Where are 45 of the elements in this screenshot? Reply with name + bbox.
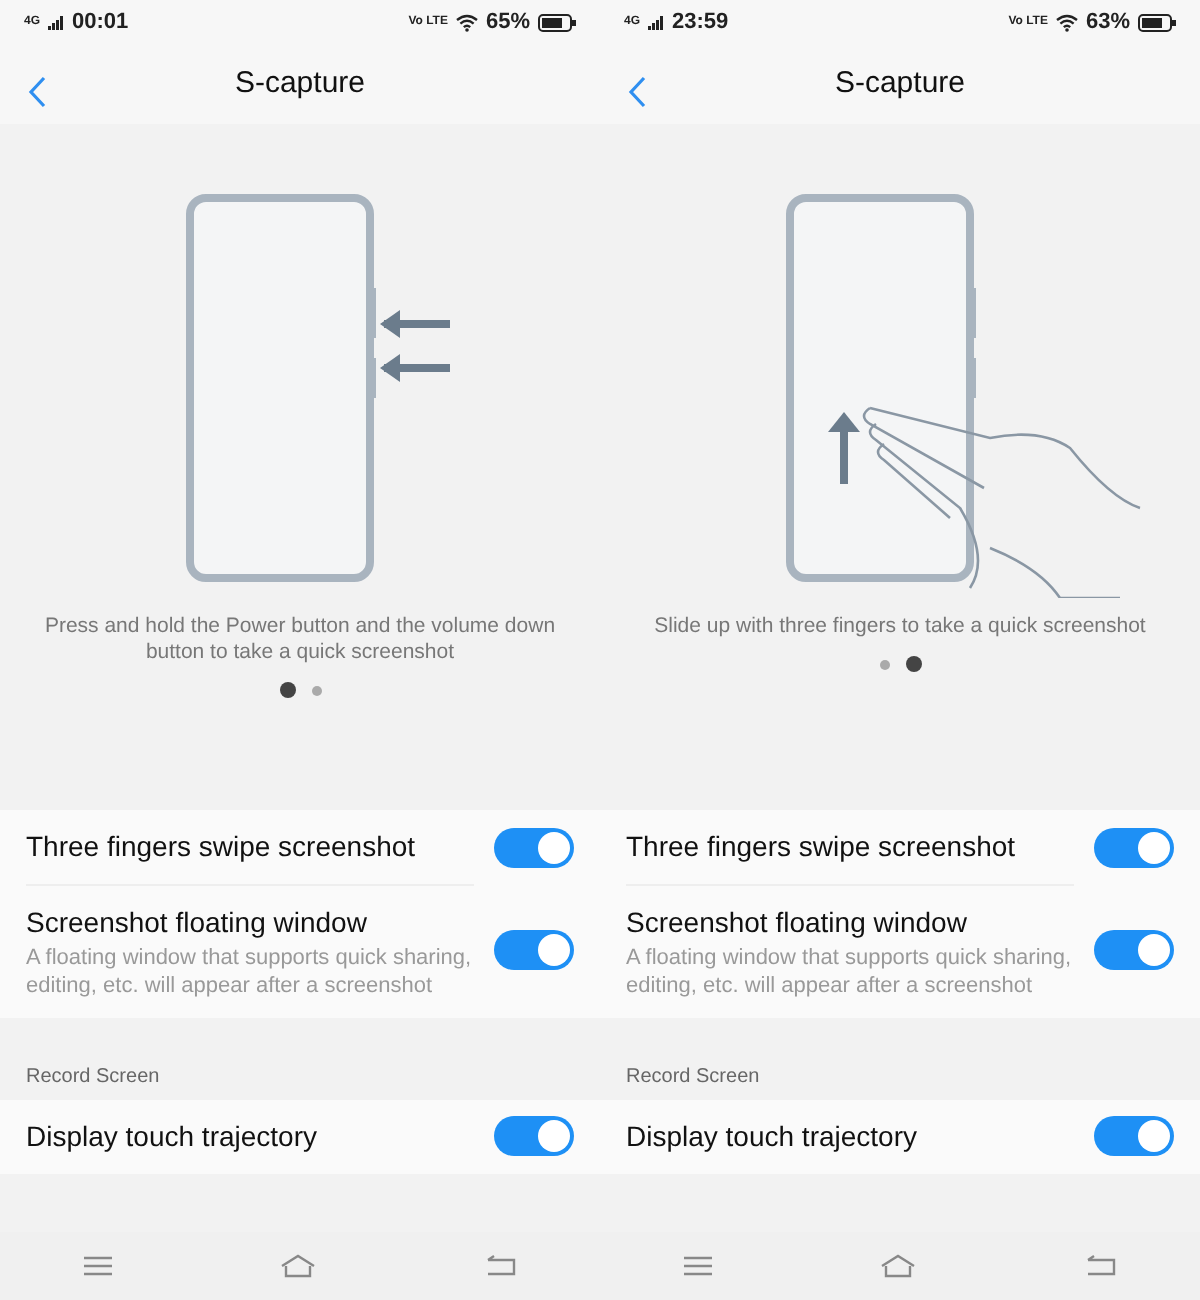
home-icon xyxy=(880,1253,917,1278)
return-icon xyxy=(485,1254,516,1277)
battery-percent: 63% xyxy=(1085,7,1130,38)
setting-title: Display touch trajectory xyxy=(26,1117,320,1156)
status-time: 23:59 xyxy=(672,7,729,38)
illustration-caption: Press and hold the Power button and the volume down button to take a quick screenshot xyxy=(42,614,558,667)
screen-title: S-capture xyxy=(834,63,966,104)
battery-percent: 65% xyxy=(485,7,530,38)
page-indicator-dot[interactable] xyxy=(279,682,295,699)
illustration-caption: Slide up with three fingers to take a quick screenshot xyxy=(652,614,1148,641)
return-icon xyxy=(1085,1254,1116,1277)
section-header: Record Screen xyxy=(24,1063,162,1092)
arrow-icon xyxy=(380,310,450,338)
arrow-icon xyxy=(828,412,860,484)
toggle-switch[interactable] xyxy=(1094,1116,1174,1157)
page-indicator-dot[interactable] xyxy=(311,685,321,696)
status-time: 00:01 xyxy=(72,7,129,38)
toggle-switch[interactable] xyxy=(494,1116,574,1157)
back-icon xyxy=(628,75,646,108)
setting-title: Three fingers swipe screenshot xyxy=(26,828,418,866)
setting-title: Display touch trajectory xyxy=(626,1117,920,1156)
page-indicator-dot[interactable] xyxy=(905,656,921,673)
screen-title: S-capture xyxy=(234,63,366,104)
battery-icon xyxy=(538,13,576,31)
setting-title: Screenshot floating window xyxy=(626,904,969,942)
toggle-switch[interactable] xyxy=(1094,930,1174,971)
signal-icon xyxy=(48,15,65,29)
setting-description: A floating window that supports quick sharing, editing, etc. will appear after a screenshot xyxy=(26,944,474,1002)
back-icon xyxy=(28,75,46,108)
page-indicator-dot[interactable] xyxy=(879,659,889,670)
wifi-icon xyxy=(455,13,478,31)
setting-title: Screenshot floating window xyxy=(26,904,369,942)
section-header: Record Screen xyxy=(624,1063,762,1092)
toggle-switch[interactable] xyxy=(494,930,574,971)
signal-icon xyxy=(648,15,665,29)
setting-title: Three fingers swipe screenshot xyxy=(626,828,1018,866)
battery-icon xyxy=(1138,13,1176,31)
arrow-icon xyxy=(380,354,450,382)
home-icon xyxy=(280,1253,317,1278)
menu-icon xyxy=(84,1255,113,1276)
wifi-icon xyxy=(1055,13,1078,31)
toggle-switch[interactable] xyxy=(1094,827,1174,867)
setting-description: A floating window that supports quick sharing, editing, etc. will appear after a screenshot xyxy=(626,944,1074,1002)
menu-icon xyxy=(684,1255,713,1276)
toggle-switch[interactable] xyxy=(494,827,574,867)
